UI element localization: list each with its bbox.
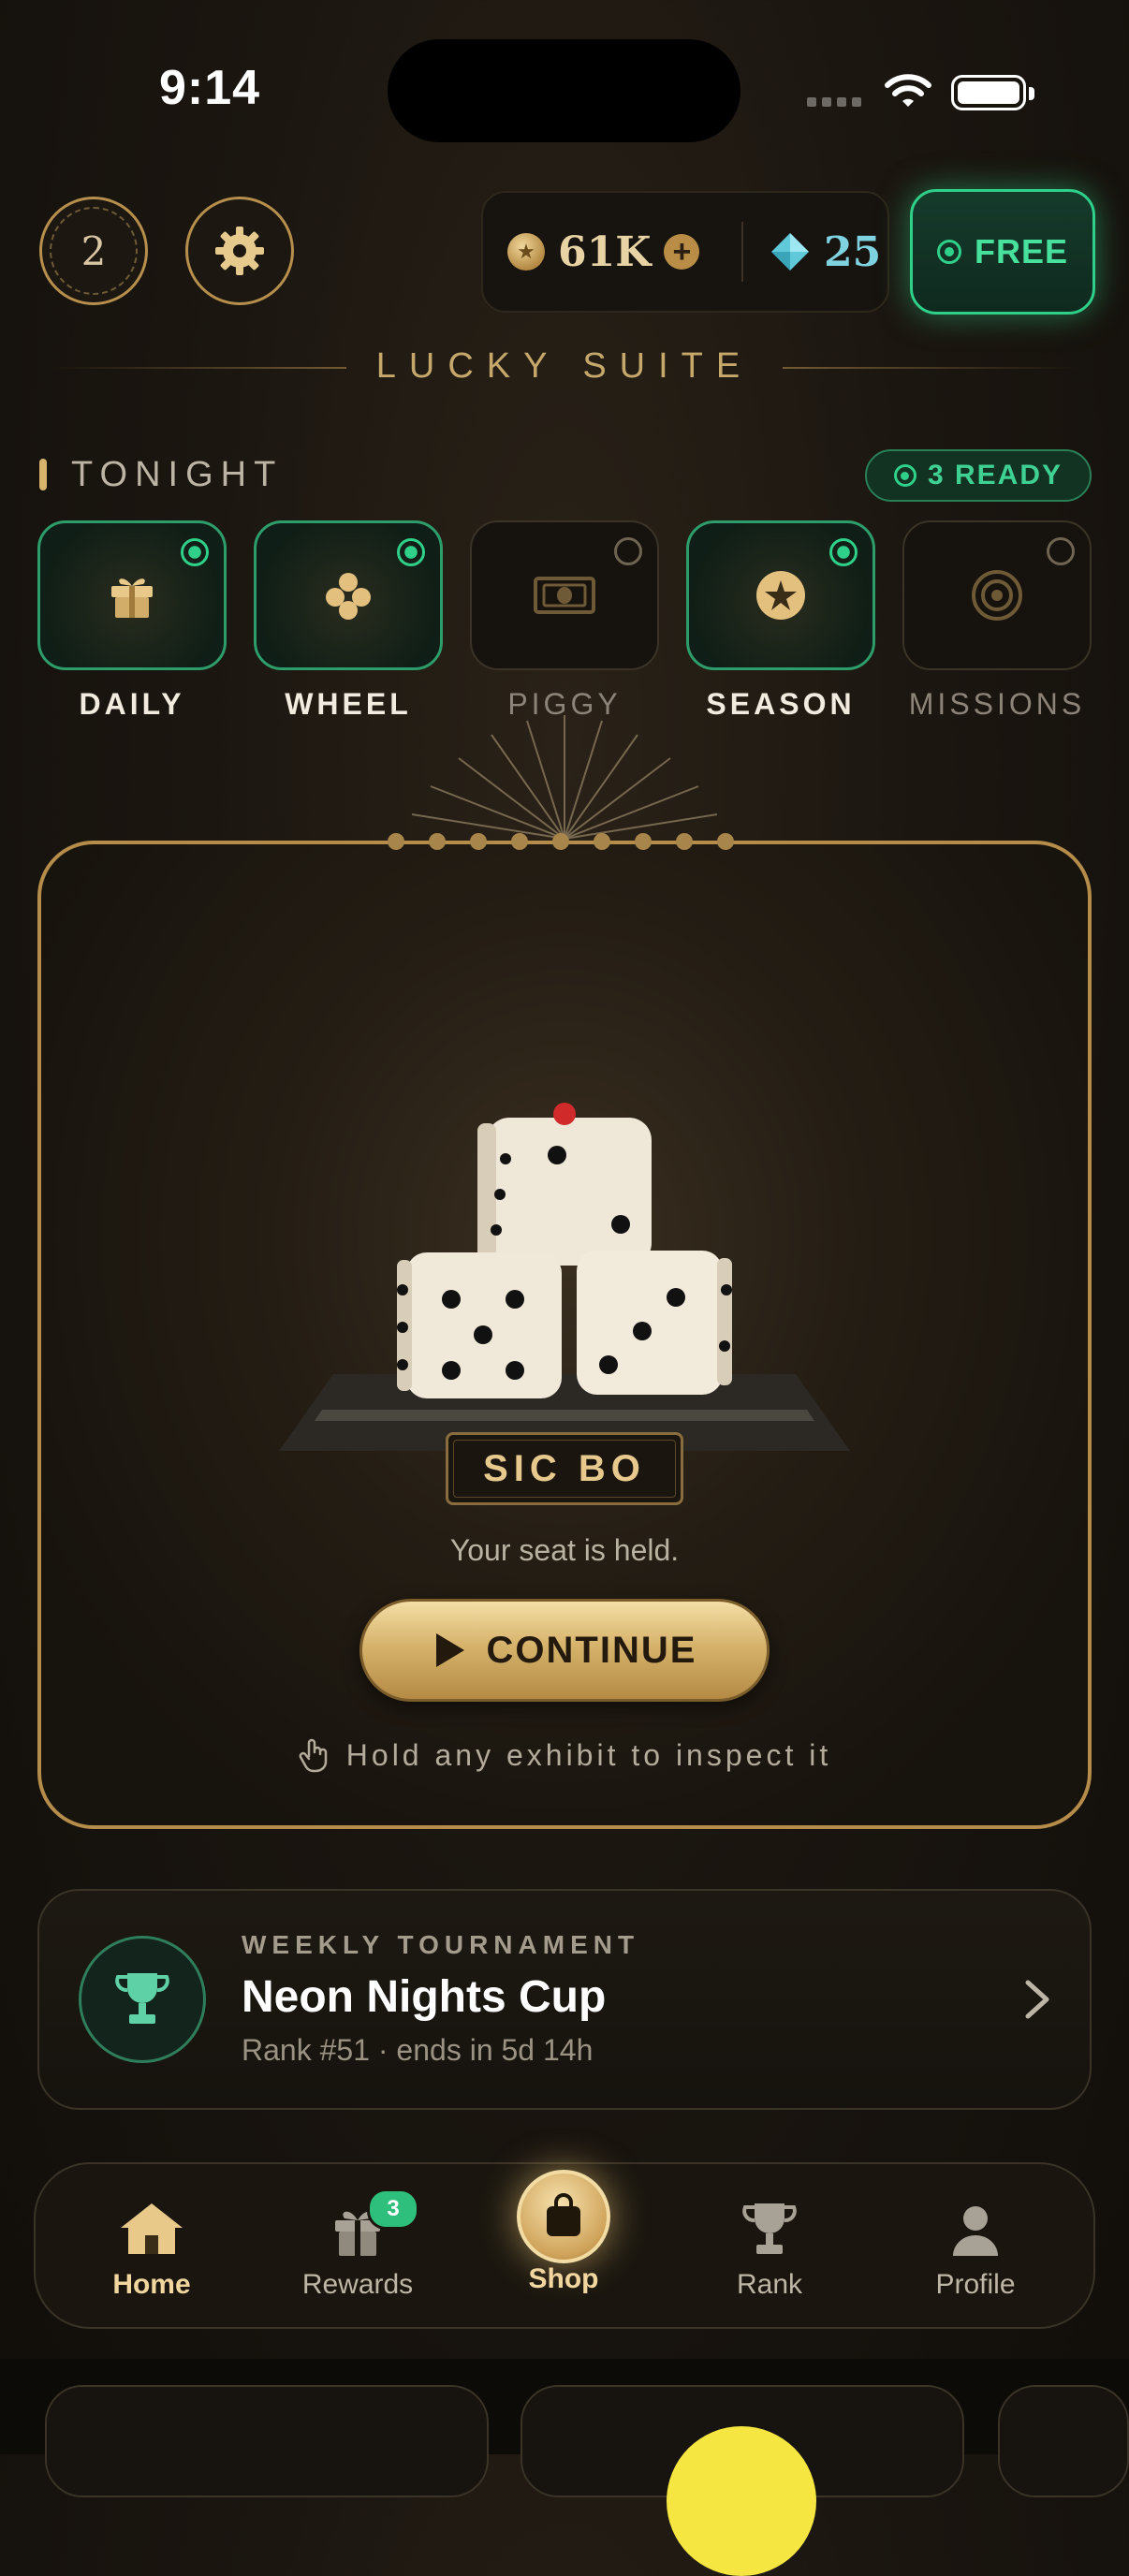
- star-coin-icon: [756, 571, 805, 620]
- inspect-hint-text: Hold any exhibit to inspect it: [345, 1737, 832, 1772]
- tile-status-indicator: [397, 538, 425, 566]
- tournament-title: Neon Nights Cup: [242, 1972, 607, 2022]
- home-icon: [121, 2203, 183, 2254]
- coin-icon: ★: [507, 233, 545, 271]
- nav-label-rank: Rank: [736, 2269, 803, 2300]
- section-marker: [39, 459, 47, 490]
- dynamic-island: [388, 39, 740, 142]
- settings-button[interactable]: [185, 197, 294, 305]
- gear-icon: [215, 227, 264, 275]
- nav-label-rewards: Rewards: [301, 2269, 414, 2300]
- add-coins-button[interactable]: +: [664, 234, 700, 270]
- rewards-badge: 3: [367, 2188, 419, 2230]
- wifi-icon: [885, 74, 931, 107]
- tile-wheel[interactable]: [254, 520, 443, 670]
- ready-label: 3 READY: [927, 460, 1063, 490]
- cellular-signal-icon: [807, 97, 861, 107]
- chevron-right-icon[interactable]: [1020, 1977, 1054, 2022]
- level-button[interactable]: 2: [39, 197, 148, 305]
- tile-status-indicator: [1047, 537, 1075, 565]
- tile-status-indicator: [181, 538, 209, 566]
- tonight-title: TONIGHT: [71, 455, 284, 494]
- free-label: FREE: [974, 232, 1068, 271]
- peek-card-3[interactable]: [998, 2385, 1129, 2497]
- gift-icon: [111, 578, 153, 618]
- nav-label-home: Home: [112, 2269, 191, 2300]
- tournament-subtitle: Rank #51 · ends in 5d 14h: [242, 2033, 594, 2067]
- free-status-icon: [936, 240, 961, 264]
- suite-title: LUCKY SUITE: [375, 346, 754, 386]
- trophy-icon: [115, 1973, 169, 2024]
- tile-season[interactable]: [686, 520, 875, 670]
- banknote-icon: [534, 577, 595, 614]
- ready-status-icon: [893, 464, 916, 487]
- currency-panel: ★ 61K + 25: [481, 191, 889, 313]
- seat-status-text: Your seat is held.: [449, 1533, 680, 1567]
- game-title-badge: SIC BO: [446, 1432, 683, 1505]
- nav-shop[interactable]: Shop: [479, 2263, 648, 2295]
- coin-balance: 61K: [558, 227, 652, 276]
- peek-card-1[interactable]: [45, 2385, 489, 2497]
- level-value: 2: [50, 207, 138, 295]
- trophy-icon: [742, 2203, 797, 2254]
- hand-tap-icon: [299, 1738, 328, 1773]
- person-icon: [953, 2206, 998, 2256]
- play-icon: [435, 1633, 464, 1667]
- continue-button[interactable]: CONTINUE: [359, 1599, 770, 1702]
- tile-daily[interactable]: [37, 520, 227, 670]
- nav-rank[interactable]: Rank: [685, 2190, 854, 2301]
- continue-label: CONTINUE: [486, 1629, 697, 1671]
- battery-icon: [951, 75, 1034, 110]
- tile-missions[interactable]: [902, 520, 1092, 670]
- ready-badge: 3 READY: [865, 449, 1092, 502]
- gem-icon: [771, 233, 809, 271]
- card-ornament-dots: [388, 833, 734, 850]
- target-icon: [972, 570, 1022, 621]
- tile-label-daily: DAILY: [79, 687, 185, 721]
- gem-balance: 25: [824, 227, 882, 276]
- inspect-hint: Hold any exhibit to inspect it: [0, 1737, 1129, 1773]
- nav-label-shop: Shop: [528, 2263, 599, 2294]
- tile-status-indicator: [829, 538, 858, 566]
- nav-profile[interactable]: Profile: [891, 2190, 1060, 2301]
- tournament-trophy: [79, 1936, 206, 2063]
- nav-home[interactable]: Home: [67, 2190, 236, 2301]
- tile-label-missions: MISSIONS: [908, 687, 1086, 721]
- free-button[interactable]: FREE: [910, 189, 1095, 315]
- sunburst-decoration: [411, 715, 718, 840]
- shop-button-circle[interactable]: [517, 2170, 610, 2263]
- yellow-disc: [667, 2426, 816, 2576]
- tile-status-indicator: [614, 537, 642, 565]
- status-time: 9:14: [159, 61, 261, 115]
- nav-label-profile: Profile: [935, 2269, 1016, 2300]
- clover-icon: [326, 573, 371, 620]
- tile-piggy[interactable]: [470, 520, 659, 670]
- tournament-kicker: WEEKLY TOURNAMENT: [242, 1930, 640, 1959]
- shopping-bag-icon: [547, 2193, 580, 2236]
- dice-icon: [397, 1103, 732, 1398]
